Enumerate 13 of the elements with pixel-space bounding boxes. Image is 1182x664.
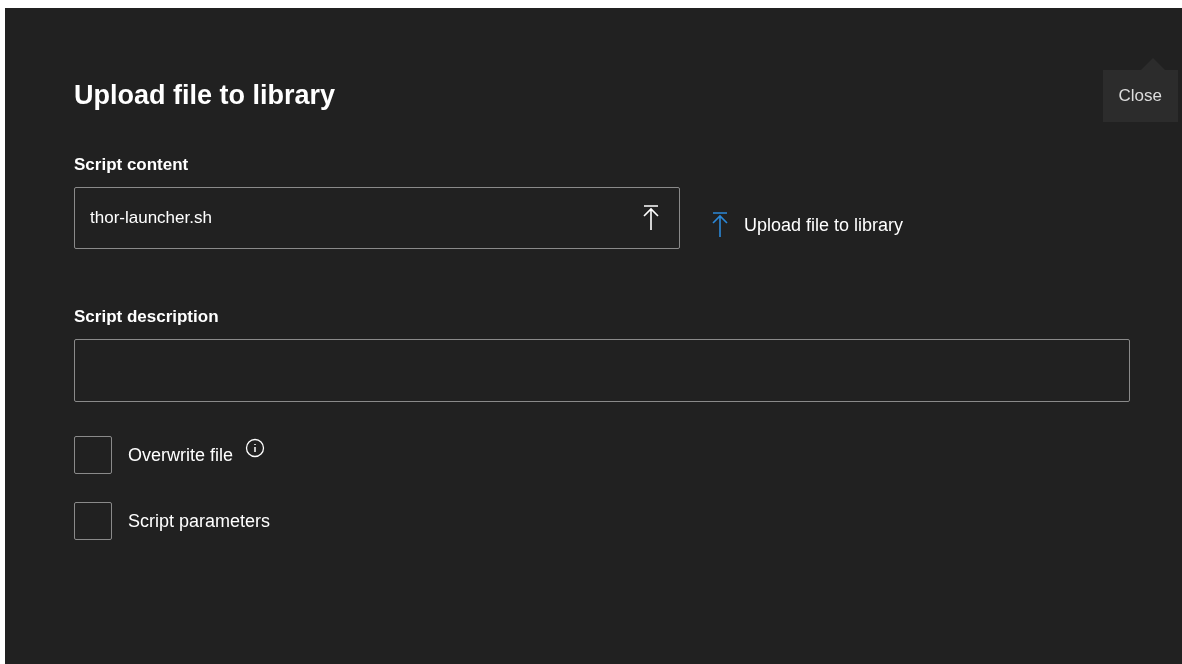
checkbox-label: Overwrite file: [128, 444, 234, 466]
upload-icon: [712, 212, 728, 238]
checkbox[interactable]: [74, 436, 112, 474]
checkbox-label: Script parameters: [128, 510, 271, 532]
checkbox[interactable]: [74, 502, 112, 540]
upload-button[interactable]: Upload file to library: [712, 212, 904, 238]
upload-icon: [643, 205, 659, 231]
info-icon[interactable]: [245, 438, 266, 458]
description-field[interactable]: [74, 339, 1130, 402]
close-tooltip: Close: [1102, 58, 1178, 122]
file-field[interactable]: thor-launcher.sh: [74, 187, 680, 249]
field-label: Script content: [74, 155, 190, 175]
field-label: Script description: [74, 307, 220, 327]
